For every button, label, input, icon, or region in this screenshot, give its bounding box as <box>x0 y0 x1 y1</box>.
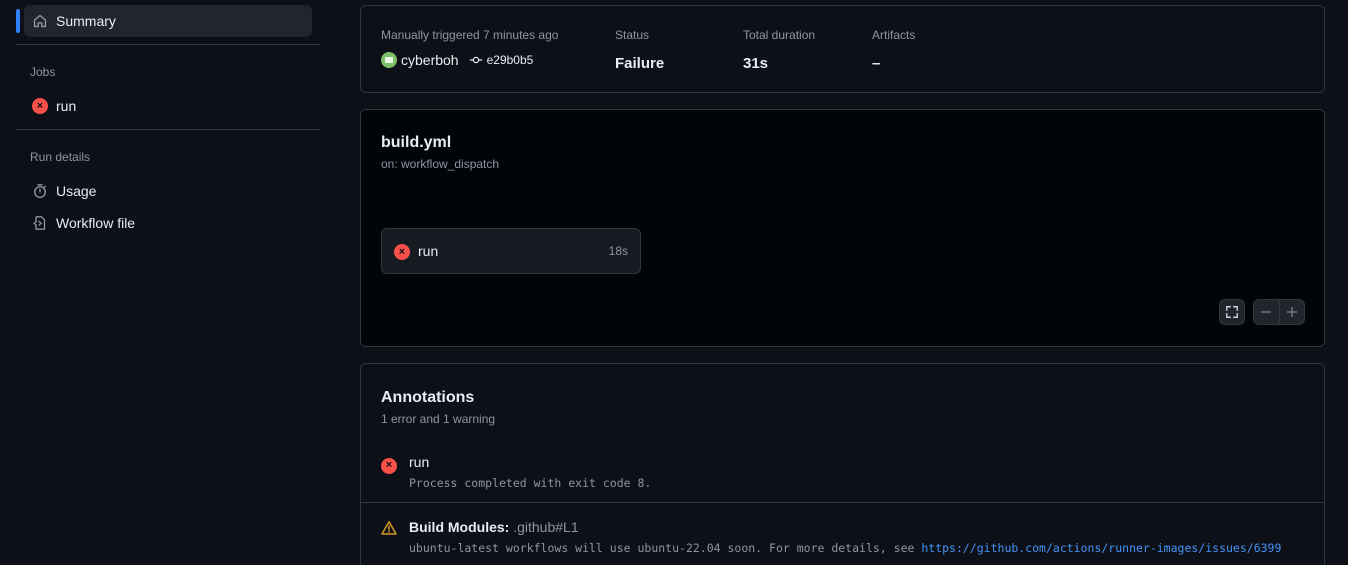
minus-icon <box>1261 311 1272 313</box>
annotation-title-row: Build Modules: .github#L1 <box>409 519 1281 535</box>
artifacts-label: Artifacts <box>872 28 916 42</box>
annotations-header: Annotations 1 error and 1 warning <box>381 389 495 426</box>
annotation-message: ubuntu-latest workflows will use ubuntu-… <box>409 541 922 555</box>
workflow-graph-card: build.yml on: workflow_dispatch × run 18… <box>360 109 1325 347</box>
annotations-subtitle: 1 error and 1 warning <box>381 412 496 426</box>
stopwatch-icon <box>32 183 48 199</box>
workflow-trigger: on: workflow_dispatch <box>381 157 500 171</box>
sidebar: Summary Jobs × run Run details Usage Wor… <box>0 0 340 565</box>
alert-icon <box>381 520 397 555</box>
status-column: Status Failure <box>615 28 664 72</box>
commit-sha: e29b0b5 <box>486 53 534 67</box>
actor-name[interactable]: cyberboh <box>401 52 459 68</box>
sidebar-item-label: Workflow file <box>56 215 136 231</box>
divider <box>16 44 320 45</box>
duration-label: Total duration <box>743 28 816 42</box>
divider <box>361 502 1324 503</box>
zoom-controls <box>1253 299 1305 325</box>
sidebar-item-label: Summary <box>56 13 116 29</box>
jobs-heading: Jobs <box>30 65 56 79</box>
sidebar-item-run[interactable]: × run <box>24 90 312 122</box>
job-name: run <box>418 243 439 259</box>
job-node-run[interactable]: × run 18s <box>381 228 641 274</box>
artifacts-value: – <box>872 55 881 72</box>
git-commit-icon <box>469 56 482 64</box>
annotation-location[interactable]: .github#L1 <box>513 519 578 535</box>
x-circle-icon: × <box>32 98 48 114</box>
zoom-out-button[interactable] <box>1254 300 1280 324</box>
annotation-title[interactable]: run <box>409 454 651 470</box>
sidebar-item-workflow-file[interactable]: Workflow file <box>24 207 312 239</box>
active-indicator <box>16 9 20 33</box>
annotation-message: Process completed with exit code 8. <box>409 476 652 490</box>
zoom-in-button[interactable] <box>1280 300 1305 324</box>
annotations-card: Annotations 1 error and 1 warning × run … <box>360 363 1325 565</box>
run-summary-card: Manually triggered 7 minutes ago cyberbo… <box>360 5 1325 93</box>
status-value: Failure <box>615 55 665 72</box>
trigger-column: Manually triggered 7 minutes ago cyberbo… <box>381 28 558 68</box>
annotation-message-row: ubuntu-latest workflows will use ubuntu-… <box>409 541 1281 555</box>
home-icon <box>32 13 48 29</box>
sidebar-item-label: Usage <box>56 183 97 199</box>
fullscreen-button[interactable] <box>1219 299 1245 325</box>
x-circle-icon: × <box>394 242 410 261</box>
commit-link[interactable]: e29b0b5 <box>469 53 534 67</box>
annotation-title[interactable]: Build Modules: <box>409 519 509 535</box>
status-label: Status <box>615 28 650 42</box>
divider <box>16 129 320 130</box>
artifacts-column: Artifacts – <box>872 28 915 72</box>
graph-header: build.yml on: workflow_dispatch <box>381 134 499 171</box>
annotation-link[interactable]: https://github.com/actions/runner-images… <box>921 541 1281 555</box>
trigger-label: Manually triggered 7 minutes ago <box>381 28 559 42</box>
job-duration: 18s <box>608 244 628 258</box>
plus-icon <box>1286 307 1297 317</box>
run-details-heading: Run details <box>30 150 91 164</box>
x-circle-icon: × <box>381 455 397 490</box>
actor-row: cyberboh e29b0b5 <box>381 52 558 68</box>
sidebar-item-label: run <box>56 98 77 114</box>
duration-column: Total duration 31s <box>743 28 815 72</box>
annotations-title: Annotations <box>381 389 475 406</box>
sidebar-item-summary[interactable]: Summary <box>24 5 312 37</box>
annotation-warning: Build Modules: .github#L1 ubuntu-latest … <box>381 519 1281 555</box>
fullscreen-icon <box>1226 306 1238 318</box>
avatar[interactable] <box>381 52 397 68</box>
file-code-icon <box>32 215 48 231</box>
annotation-error: × run Process completed with exit code 8… <box>381 454 651 490</box>
duration-value: 31s <box>743 55 769 72</box>
workflow-title[interactable]: build.yml <box>381 134 499 152</box>
sidebar-item-usage[interactable]: Usage <box>24 175 312 207</box>
